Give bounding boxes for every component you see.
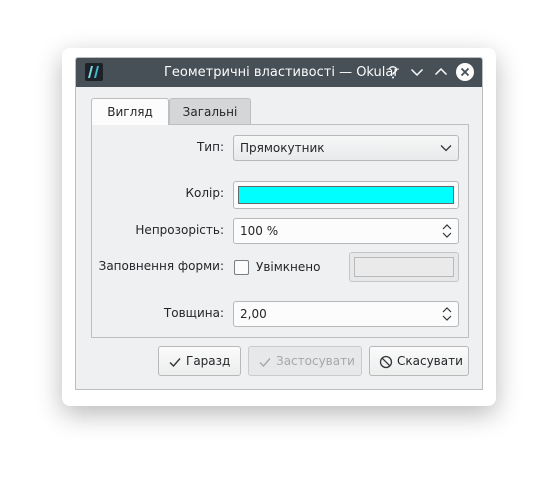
- checkmark-icon: [259, 358, 271, 368]
- type-value: Прямокутник: [240, 141, 325, 155]
- width-spinbox[interactable]: 2,00: [233, 301, 459, 327]
- fill-color-button[interactable]: [349, 252, 459, 282]
- fill-enabled-checkbox[interactable]: [234, 260, 249, 275]
- color-picker-button[interactable]: [233, 181, 459, 209]
- opacity-value: 100 %: [240, 224, 279, 238]
- color-swatch: [238, 186, 454, 204]
- type-combobox[interactable]: Прямокутник: [233, 135, 459, 161]
- help-icon: [388, 66, 398, 79]
- properties-dialog: Геометричні властивості — Okular Вигляд …: [75, 57, 483, 390]
- tab-appearance[interactable]: Вигляд: [91, 98, 169, 125]
- fill-enabled-label[interactable]: Увімкнено: [256, 260, 320, 274]
- cancel-icon: [379, 355, 393, 369]
- minimize-button[interactable]: [407, 62, 427, 82]
- apply-button[interactable]: Застосувати: [248, 346, 362, 376]
- chevron-down-icon: [440, 145, 452, 152]
- width-label: Товщина:: [163, 306, 224, 320]
- okular-app-icon: [85, 63, 103, 81]
- spin-arrows-icon[interactable]: [441, 305, 453, 323]
- chevron-down-icon: [410, 68, 424, 77]
- color-label: Колір:: [185, 186, 224, 200]
- tab-appearance-label: Вигляд: [107, 105, 153, 119]
- width-value: 2,00: [240, 307, 267, 321]
- fill-color-swatch: [354, 257, 454, 277]
- ok-button-label: Гаразд: [186, 354, 231, 368]
- cancel-button[interactable]: Скасувати: [369, 346, 469, 376]
- title-bar[interactable]: Геометричні властивості — Okular: [76, 58, 482, 87]
- tab-general[interactable]: Загальні: [169, 98, 251, 125]
- fill-label: Заповнення форми:: [98, 259, 224, 273]
- tab-general-label: Загальні: [182, 105, 238, 119]
- opacity-spinbox[interactable]: 100 %: [233, 218, 459, 244]
- checkmark-icon: [169, 358, 181, 368]
- maximize-button[interactable]: [431, 62, 451, 82]
- apply-button-label: Застосувати: [276, 354, 355, 368]
- chevron-up-icon: [434, 67, 448, 76]
- help-button[interactable]: [383, 62, 403, 82]
- close-button[interactable]: [455, 62, 475, 82]
- close-icon: [456, 63, 474, 81]
- window-title: Геометричні властивості — Okular: [164, 65, 399, 80]
- ok-button[interactable]: Гаразд: [158, 346, 241, 376]
- type-label: Тип:: [196, 140, 224, 154]
- opacity-label: Непрозорість:: [135, 223, 224, 237]
- cancel-button-label: Скасувати: [397, 354, 463, 368]
- spin-arrows-icon[interactable]: [441, 222, 453, 240]
